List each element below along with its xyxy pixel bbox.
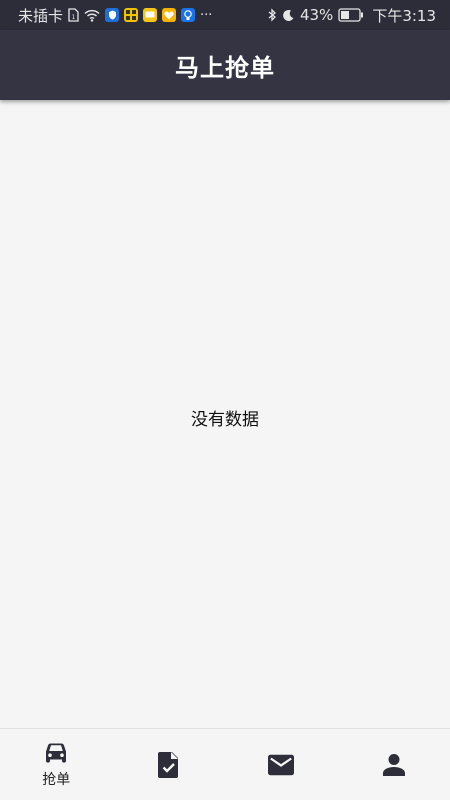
status-bar: 未插卡 1 ··· 43% 下午3:13	[0, 0, 450, 30]
battery-icon	[338, 8, 364, 22]
app-header: 马上抢单	[0, 30, 450, 100]
status-time: 下午3:13	[372, 6, 436, 25]
carrier-text: 未插卡	[18, 6, 64, 25]
nav-item-messages[interactable]	[225, 729, 338, 800]
battery-percent: 43%	[299, 6, 334, 24]
person-icon	[381, 752, 407, 778]
wifi-icon	[84, 9, 100, 22]
order-list-area[interactable]: 没有数据	[0, 100, 450, 729]
car-icon	[43, 740, 69, 766]
heart-app-icon	[162, 8, 177, 22]
app-screen: 未插卡 1 ··· 43% 下午3:13 马上抢单 没有数据 抢单	[0, 0, 450, 800]
app-badge-icon	[124, 8, 139, 22]
sim-icon: 1	[68, 8, 79, 22]
nav-item-profile[interactable]	[338, 729, 450, 800]
nav-label-grab-order: 抢单	[42, 772, 71, 788]
shield-app-icon	[105, 8, 120, 22]
page-title: 马上抢单	[175, 53, 275, 82]
moon-icon	[282, 9, 295, 22]
status-bar-right: 43% 下午3:13	[268, 5, 436, 26]
mail-icon	[268, 752, 295, 778]
nav-item-orders[interactable]	[113, 729, 226, 800]
document-check-icon	[156, 751, 182, 778]
svg-text:1: 1	[72, 14, 76, 21]
bulb-app-icon	[181, 8, 196, 22]
bluetooth-icon	[268, 8, 277, 22]
bottom-nav: 抢单	[0, 728, 450, 800]
nav-item-grab-order[interactable]: 抢单	[0, 729, 113, 800]
more-notifications-icon: ···	[200, 7, 213, 23]
empty-state-text: 没有数据	[191, 410, 259, 430]
status-bar-left: 未插卡 1 ···	[18, 5, 212, 26]
message-app-icon	[143, 8, 158, 22]
